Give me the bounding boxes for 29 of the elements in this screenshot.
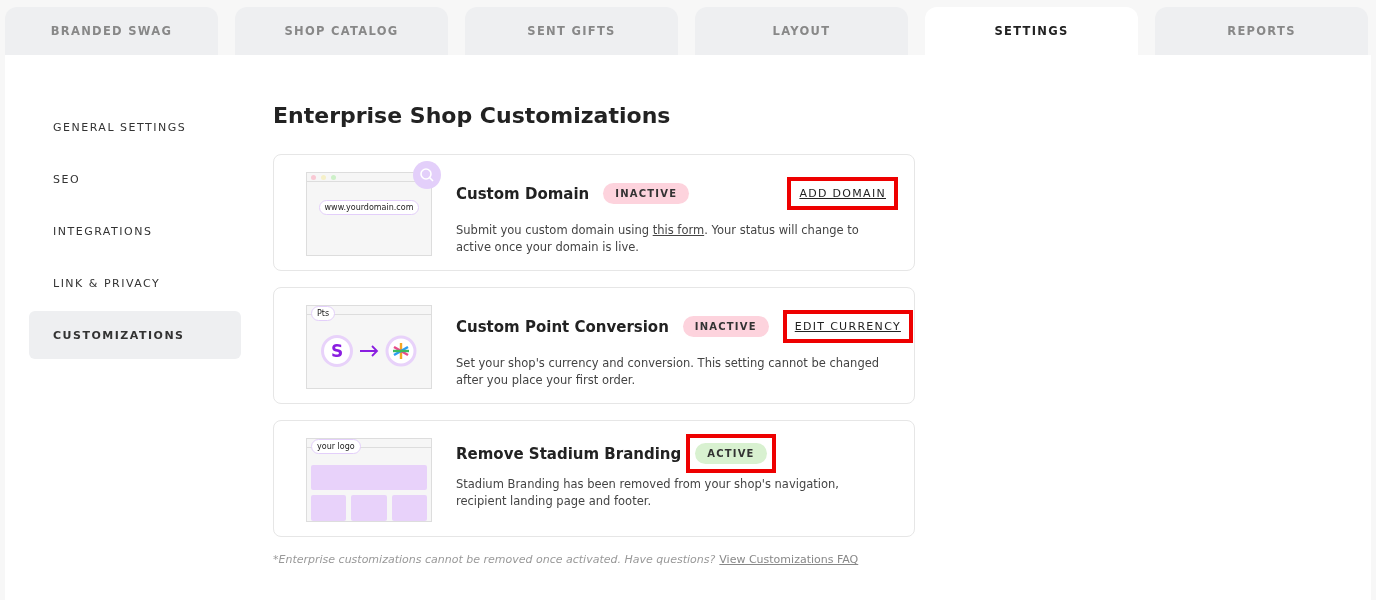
card-title: Custom Domain — [456, 184, 590, 203]
card-title: Remove Stadium Branding — [456, 444, 682, 463]
sidebar-item[interactable]: CUSTOMIZATIONS — [29, 311, 241, 359]
card-description: Stadium Branding has been removed from your shop's navigation, recipient landing page and footer. — [456, 476, 840, 510]
page-heading: Enterprise Shop Customizations — [273, 103, 672, 128]
sidebar-item[interactable]: SEO — [29, 155, 241, 203]
url-pill: www.yourdomain.com — [318, 200, 420, 215]
status-badge: INACTIVE — [682, 316, 769, 337]
asterisk-icon — [385, 335, 417, 367]
faq-link[interactable]: View Customizations FAQ — [719, 553, 859, 566]
footnote: *Enterprise customizations cannot be removed once activated. Have questions? — [273, 553, 716, 566]
card-description: Set your shop's currency and conversion. This setting cannot be changed after you place your first order. — [456, 355, 881, 389]
arrow-icon — [359, 345, 379, 357]
tab-pill: Pts — [311, 305, 336, 321]
nav-tab[interactable]: SETTINGS — [925, 7, 1138, 55]
sidebar-item[interactable]: LINK & PRIVACY — [29, 259, 241, 307]
status-badge: INACTIVE — [603, 183, 690, 204]
logo-pill: your logo — [311, 438, 361, 454]
action-link[interactable]: EDIT CURRENCY — [782, 310, 913, 343]
card-description: Submit you custom domain using this form. Your status will change to active once your domain is live. — [456, 222, 860, 256]
sidebar-item[interactable]: GENERAL SETTINGS — [29, 103, 241, 151]
card-title: Custom Point Conversion — [456, 317, 669, 336]
content-block — [311, 495, 347, 521]
content-block — [391, 495, 427, 521]
action-link[interactable]: ADD DOMAIN — [787, 177, 898, 210]
status-badge: ACTIVE — [695, 443, 767, 464]
coin-letter: S — [330, 341, 344, 361]
content-block — [351, 495, 387, 521]
sidebar-item[interactable]: INTEGRATIONS — [29, 207, 241, 255]
